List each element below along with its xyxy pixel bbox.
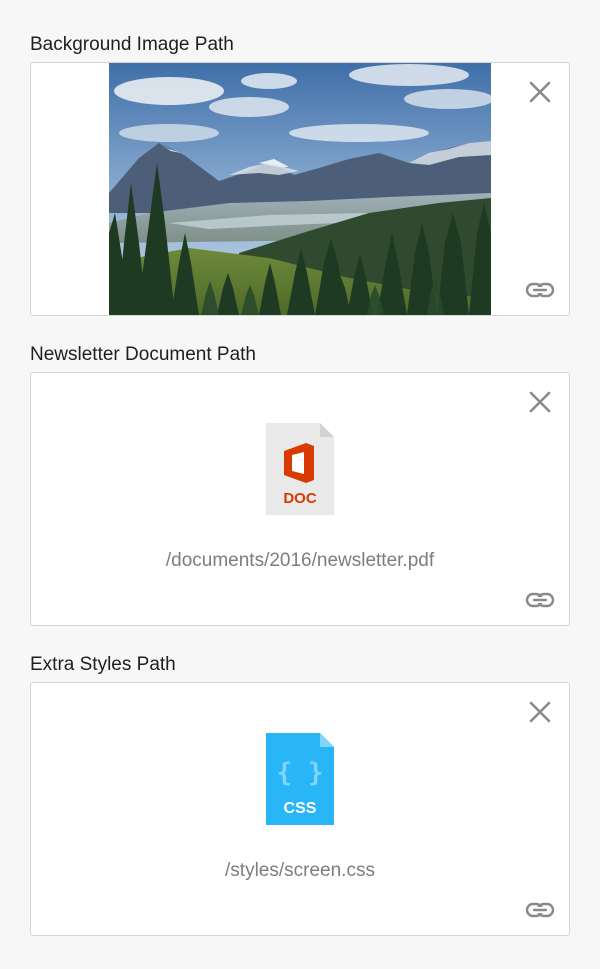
extra-styles-dropzone[interactable]: { } CSS /styles/screen.css xyxy=(30,682,570,936)
doc-file-type-label: DOC xyxy=(283,490,317,507)
close-icon[interactable] xyxy=(527,699,553,725)
close-icon[interactable] xyxy=(527,389,553,415)
css-file-icon: { } CSS xyxy=(266,733,334,825)
newsletter-document-path: /documents/2016/newsletter.pdf xyxy=(165,550,435,571)
newsletter-document-field: Newsletter Document Path DOC /documents/… xyxy=(30,344,570,628)
svg-text:{ }: { } xyxy=(277,758,324,788)
background-image-label: Background Image Path xyxy=(30,34,234,55)
newsletter-document-dropzone[interactable]: DOC /documents/2016/newsletter.pdf xyxy=(30,372,570,626)
office-doc-file-icon: DOC xyxy=(266,423,334,515)
extra-styles-path: /styles/screen.css xyxy=(225,860,375,881)
link-icon[interactable] xyxy=(525,591,555,609)
extra-styles-field: Extra Styles Path { } CSS /styles/screen… xyxy=(30,654,570,938)
extra-styles-label: Extra Styles Path xyxy=(30,654,176,675)
css-file-type-label: CSS xyxy=(284,800,317,817)
link-icon[interactable] xyxy=(525,901,555,919)
mountain-landscape-photo xyxy=(109,63,491,315)
background-image-dropzone[interactable] xyxy=(30,62,570,316)
close-icon[interactable] xyxy=(527,79,553,105)
link-icon[interactable] xyxy=(525,281,555,299)
background-image-field: Background Image Path xyxy=(30,34,570,318)
newsletter-document-label: Newsletter Document Path xyxy=(30,344,256,365)
